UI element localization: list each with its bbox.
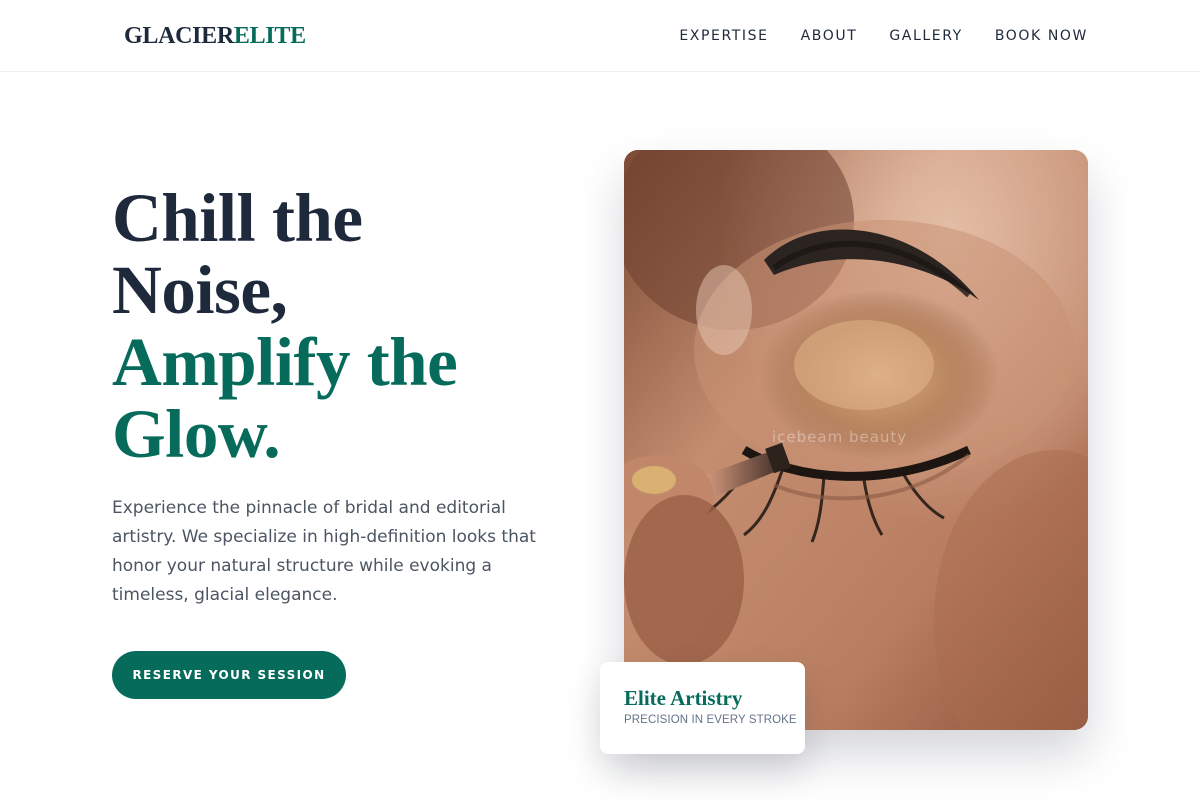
hero-image: icebeam beauty (624, 150, 1088, 730)
hero-headline: Chill the Noise, Amplify the Glow. (112, 182, 582, 470)
card-subtitle: PRECISION IN EVERY STROKE (624, 714, 797, 726)
nav-link-about[interactable]: ABOUT (801, 27, 858, 45)
hero-description: Experience the pinnacle of bridal and ed… (112, 498, 536, 605)
elite-artistry-card: Elite Artistry PRECISION IN EVERY STROKE (600, 662, 805, 754)
image-watermark: icebeam beauty (772, 428, 908, 446)
reserve-session-button[interactable]: RESERVE YOUR SESSION (112, 651, 346, 699)
main-nav: EXPERTISE ABOUT GALLERY BOOK NOW (679, 27, 1088, 45)
headline-line-3: Amplify the (112, 324, 458, 400)
headline-line-4: Glow. (112, 396, 281, 472)
nav-link-gallery[interactable]: GALLERY (889, 27, 962, 45)
logo-text-elite: ELITE (233, 23, 306, 49)
nav-link-book-now[interactable]: BOOK NOW (995, 27, 1088, 45)
site-header: GLACIERELITE EXPERTISE ABOUT GALLERY BOO… (0, 0, 1200, 72)
card-title: Elite Artistry (624, 686, 743, 710)
nav-link-expertise[interactable]: EXPERTISE (679, 27, 768, 45)
logo[interactable]: GLACIERELITE (124, 22, 306, 50)
headline-line-1: Chill the (112, 180, 363, 256)
headline-line-2: Noise, (112, 252, 288, 328)
logo-text-glacier: GLACIER (124, 23, 234, 49)
